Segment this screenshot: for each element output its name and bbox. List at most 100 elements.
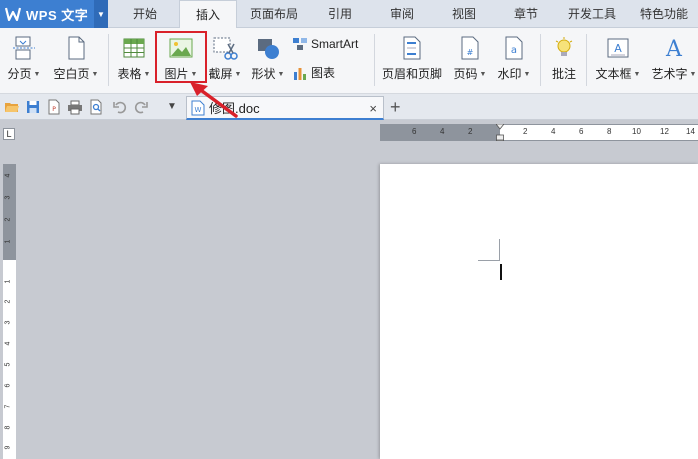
tab-review[interactable]: 审阅	[380, 0, 424, 28]
blank-page-button[interactable]: 空白页 ▼	[50, 28, 102, 82]
new-tab-button[interactable]: +	[390, 97, 401, 117]
app-title: WPS 文字	[26, 7, 89, 23]
watermark-label: 水印	[497, 67, 522, 81]
shapes-label: 形状	[251, 67, 276, 81]
print-icon[interactable]	[67, 99, 83, 115]
shapes-button[interactable]: 形状 ▼	[248, 28, 288, 82]
annotation-arrow-icon	[190, 82, 238, 118]
ruler-margin-area	[3, 164, 16, 260]
blank-page-label: 空白页	[53, 67, 90, 81]
wps-logo-icon	[5, 6, 21, 22]
table-icon	[121, 35, 147, 61]
header-footer-icon	[399, 35, 425, 61]
svg-text:A: A	[665, 37, 683, 61]
dropdown-arrow-icon[interactable]: ▼	[144, 71, 151, 78]
tab-home[interactable]: 开始	[122, 0, 168, 28]
smartart-label: SmartArt	[311, 37, 359, 51]
ruler-tick: 2	[4, 217, 12, 222]
smartart-icon	[292, 36, 308, 52]
tab-developer-tools[interactable]: 开发工具	[562, 0, 622, 28]
ruler-tick: 6	[579, 127, 584, 136]
textbox-label: 文本框	[595, 67, 632, 81]
app-dropdown-arrow-icon[interactable]: ▼	[94, 0, 108, 28]
margin-corner-mark	[478, 260, 500, 261]
ruler-tick: 4	[551, 127, 556, 136]
smartart-button[interactable]: SmartArt	[292, 36, 358, 52]
wordart-label: 艺术字	[651, 67, 688, 81]
table-button[interactable]: 表格 ▼	[114, 28, 154, 82]
document-page[interactable]	[380, 164, 698, 459]
page-break-button[interactable]: 分页 ▼	[4, 28, 44, 82]
ruler-tick: 4	[440, 127, 445, 136]
comment-label: 批注	[551, 67, 576, 81]
svg-text:P: P	[52, 106, 56, 113]
menu-bar: WPS 文字 ▼ 开始 插入 页面布局 引用 审阅 视图 章节 开发工具 特色功…	[0, 0, 698, 29]
app-menu-button[interactable]: WPS 文字 ▼	[0, 0, 108, 28]
ruler-tick: 6	[4, 383, 12, 388]
ruler-tick: 12	[660, 127, 669, 136]
dropdown-arrow-icon[interactable]: ▼	[34, 71, 41, 78]
watermark-icon: a	[501, 35, 527, 61]
ruler-tick: 14	[686, 127, 695, 136]
tab-stop-selector[interactable]: L	[3, 128, 15, 140]
dropdown-arrow-icon[interactable]: ▼	[278, 71, 285, 78]
ruler-tick: 9	[4, 445, 12, 450]
redo-icon[interactable]	[133, 99, 149, 115]
indent-marker-icon[interactable]	[495, 123, 505, 142]
print-preview-icon[interactable]	[88, 99, 104, 115]
undo-icon[interactable]	[112, 99, 128, 115]
chart-button[interactable]: 图表	[292, 64, 335, 81]
ruler-tick: 5	[4, 362, 12, 367]
ruler-tick: 3	[4, 195, 12, 200]
dropdown-arrow-icon[interactable]: ▼	[634, 71, 641, 78]
ruler-tick: 4	[4, 173, 12, 178]
tab-page-layout[interactable]: 页面布局	[246, 0, 302, 28]
save-icon[interactable]	[25, 99, 41, 115]
ribbon-separator	[108, 34, 109, 86]
ruler-tick: 2	[523, 127, 528, 136]
export-pdf-icon[interactable]: P	[46, 99, 62, 115]
page-break-label: 分页	[7, 67, 32, 81]
ribbon-separator	[540, 34, 541, 86]
ruler-tick: 3	[4, 320, 12, 325]
customize-toolbar-arrow-icon[interactable]: ▼	[164, 99, 180, 115]
ribbon-insert: 分页 ▼ 空白页 ▼ 表格 ▼ 图片 ▼ 截屏 ▼ 形状 ▼ SmartArt …	[0, 28, 698, 94]
page-break-icon	[11, 35, 37, 61]
text-cursor	[500, 264, 502, 280]
ruler-tick: 2	[4, 299, 12, 304]
scissors-screenshot-icon	[212, 35, 238, 61]
svg-text:a: a	[511, 45, 517, 56]
tab-references[interactable]: 引用	[318, 0, 362, 28]
textbox-icon: A	[605, 35, 631, 61]
ruler-tick: 7	[4, 404, 12, 409]
comment-button[interactable]: 批注	[546, 28, 582, 82]
dropdown-arrow-icon[interactable]: ▼	[92, 71, 99, 78]
dropdown-arrow-icon[interactable]: ▼	[690, 71, 697, 78]
comment-icon	[551, 35, 577, 61]
textbox-button[interactable]: A 文本框 ▼	[592, 28, 644, 82]
ruler-tick: 1	[4, 239, 12, 244]
dropdown-arrow-icon[interactable]: ▼	[524, 71, 531, 78]
page-number-icon: #	[457, 35, 483, 61]
wordart-button[interactable]: A 艺术字 ▼	[650, 28, 698, 82]
vertical-ruler[interactable]: 4 3 2 1 1 2 3 4 5 6 7 8 9	[3, 164, 16, 459]
tab-sections[interactable]: 章节	[504, 0, 548, 28]
header-footer-button[interactable]: 页眉和页脚	[380, 28, 444, 82]
ribbon-separator	[374, 34, 375, 86]
tab-insert[interactable]: 插入	[179, 0, 237, 29]
screenshot-button[interactable]: 截屏 ▼	[206, 28, 244, 82]
page-number-button[interactable]: # 页码 ▼	[450, 28, 490, 82]
wordart-icon: A	[661, 35, 687, 62]
tab-special-features[interactable]: 特色功能	[634, 0, 694, 28]
open-folder-icon[interactable]	[4, 99, 20, 115]
svg-text:A: A	[614, 42, 622, 55]
close-tab-icon[interactable]: ×	[369, 101, 377, 116]
horizontal-ruler[interactable]: 6 4 2 2 4 6 8 10 12 14	[380, 123, 698, 142]
tab-view[interactable]: 视图	[442, 0, 486, 28]
dropdown-arrow-icon[interactable]: ▼	[480, 71, 487, 78]
ribbon-separator	[586, 34, 587, 86]
ruler-tick: 2	[468, 127, 473, 136]
watermark-button[interactable]: a 水印 ▼	[494, 28, 534, 82]
ruler-tick: 4	[4, 341, 12, 346]
margin-corner-mark	[499, 239, 500, 261]
